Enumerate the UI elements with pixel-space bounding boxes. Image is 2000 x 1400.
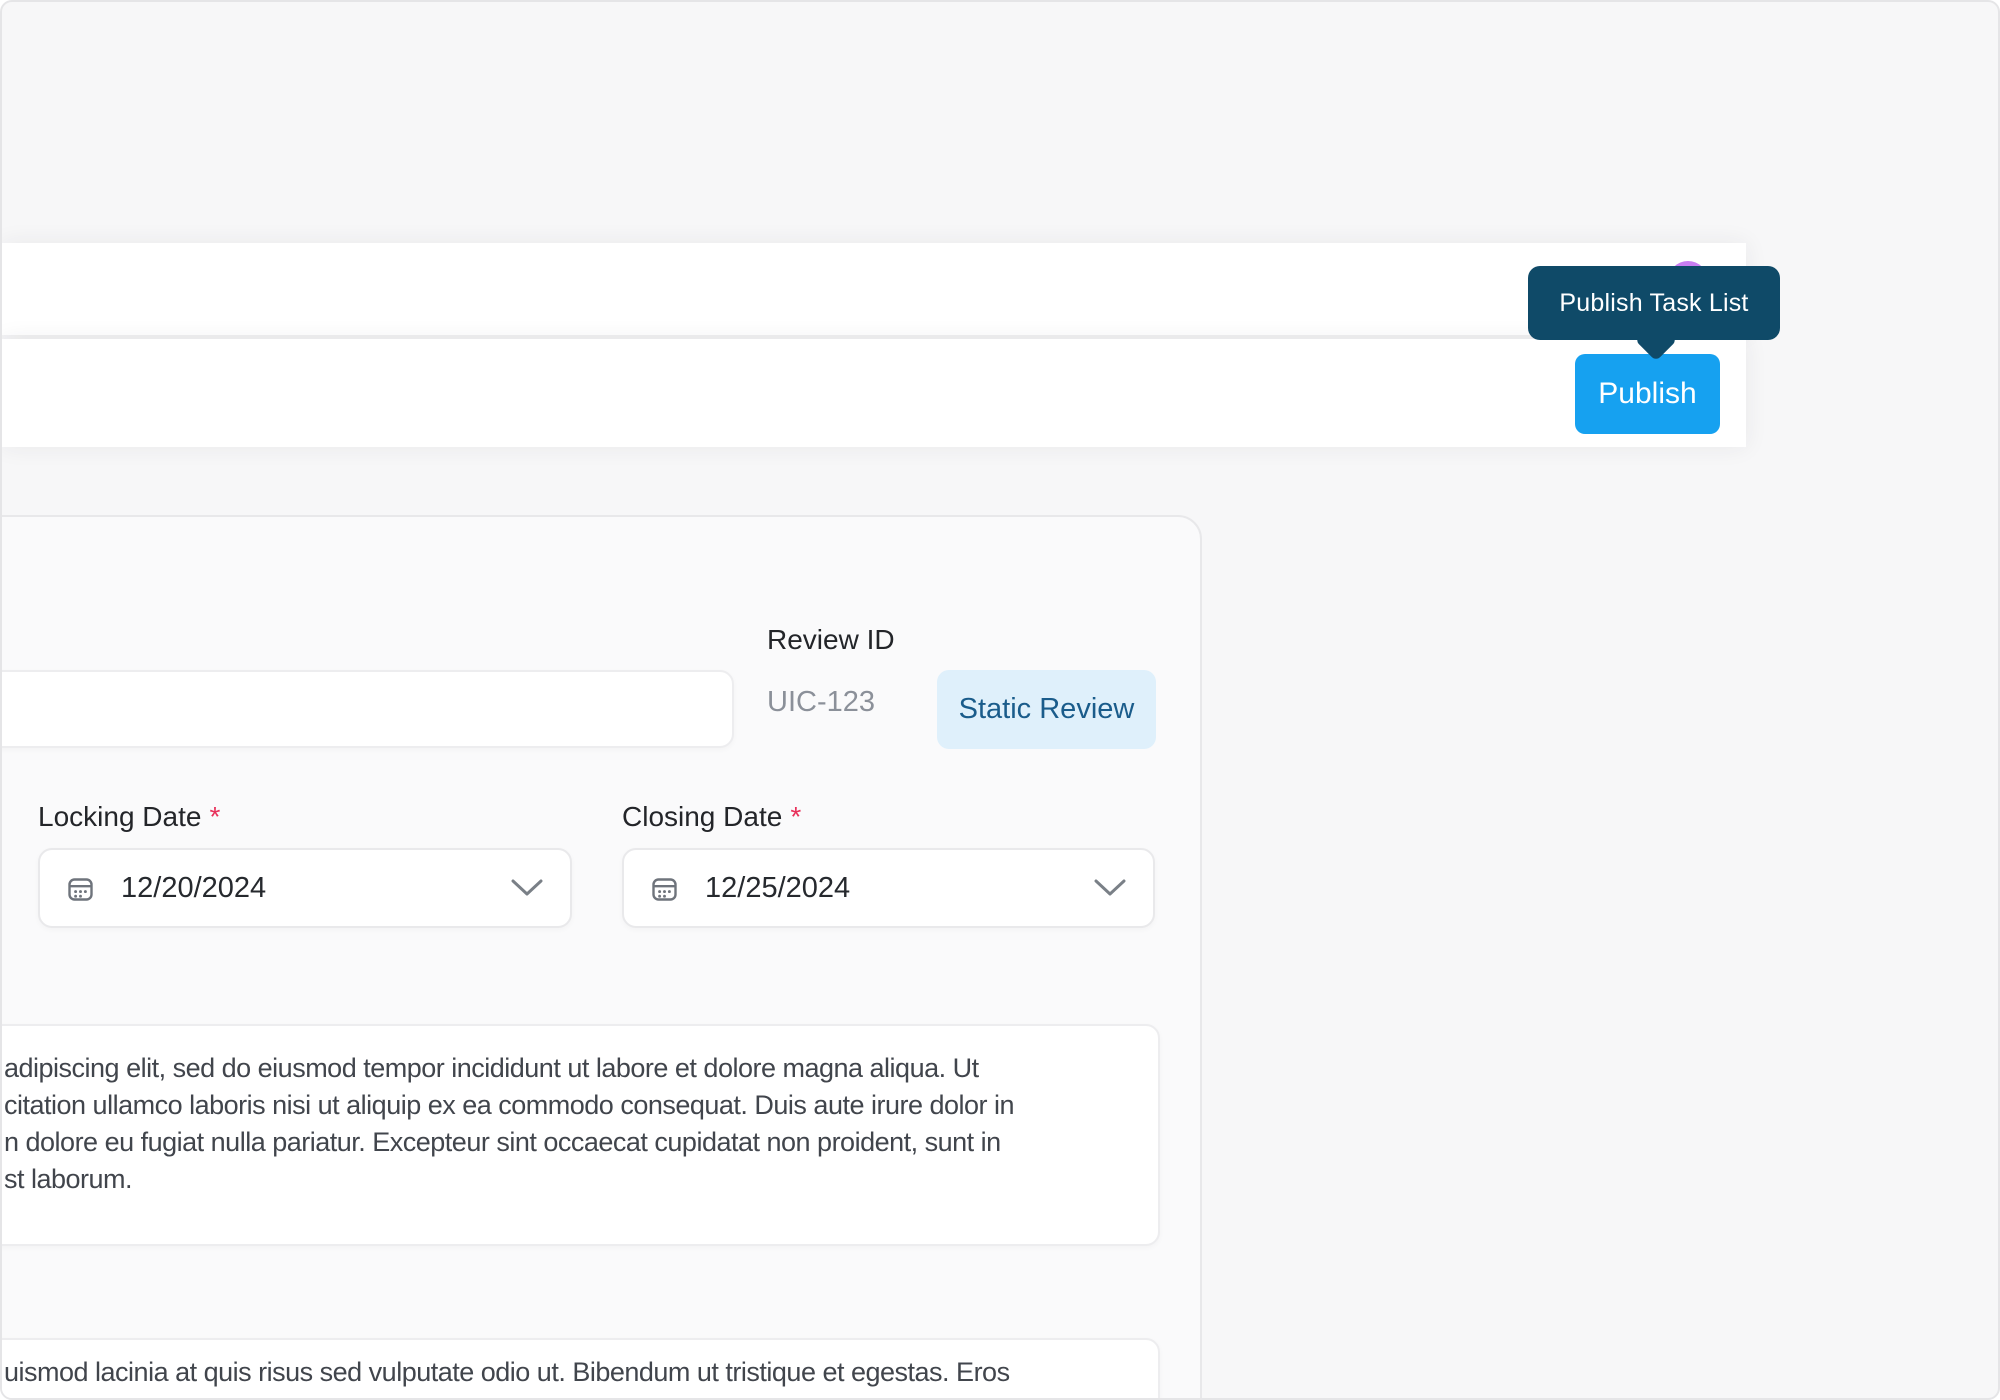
review-id-value: UIC-123 [767,686,875,719]
notes-line: s in. Amet mattis vulputate enim nulla. … [4,1391,1158,1400]
locking-date-label: Locking Date* [38,801,220,833]
description-line: n dolore eu fugiat nulla pariatur. Excep… [4,1124,1158,1161]
notes-line: uismod lacinia at quis risus sed vulputa… [4,1354,1158,1391]
description-textarea[interactable]: adipiscing elit, sed do eiusmod tempor i… [0,1024,1160,1246]
publish-tooltip-label: Publish Task List [1559,289,1748,318]
description-line: citation ullamco laboris nisi ut aliquip… [4,1087,1158,1124]
required-asterisk: * [209,801,220,832]
publish-tooltip: Publish Task List [1528,266,1780,340]
publish-button-label: Publish [1598,377,1696,411]
description-line: adipiscing elit, sed do eiusmod tempor i… [4,1050,1158,1087]
locking-date-value: 12/20/2024 [121,872,266,905]
header-top-row [2,243,1746,335]
chevron-down-icon [510,878,544,898]
closing-date-field[interactable]: 12/25/2024 [622,848,1155,928]
review-name-input[interactable] [0,670,734,748]
review-id-label: Review ID [767,624,895,656]
header-toolbar-row [2,339,1746,447]
closing-date-label: Closing Date* [622,801,801,833]
status-badge-label: Static Review [959,693,1135,726]
description-line: st laborum. [4,1161,1158,1198]
locking-date-field[interactable]: 12/20/2024 [38,848,572,928]
required-asterisk: * [790,801,801,832]
calendar-icon [66,874,95,903]
review-form-card [0,515,1202,1400]
calendar-icon [650,874,679,903]
chevron-down-icon [1093,878,1127,898]
status-badge: Static Review [937,670,1156,749]
notes-textarea[interactable]: uismod lacinia at quis risus sed vulputa… [0,1338,1160,1400]
app-screen: Publish Task List Publish Review ID UIC-… [0,0,2000,1400]
closing-date-value: 12/25/2024 [705,872,850,905]
publish-button[interactable]: Publish [1575,354,1720,434]
